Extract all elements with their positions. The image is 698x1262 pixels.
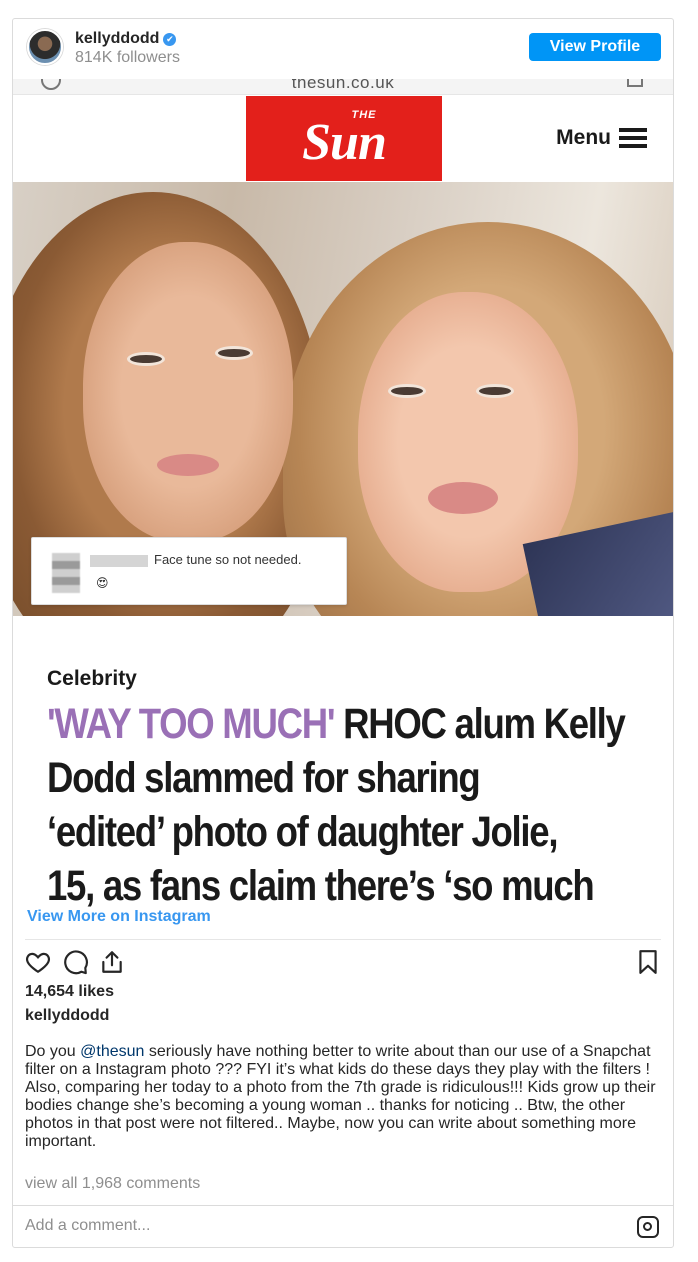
photo-lips <box>157 454 219 476</box>
headline-accent: 'WAY TOO MUCH' <box>47 700 336 748</box>
photo-eye <box>476 384 514 398</box>
headline-line-3: ‘edited’ photo of daughter Jolie, <box>47 808 559 856</box>
photo-lips <box>428 482 498 514</box>
username[interactable]: kellyddodd <box>75 30 159 48</box>
headline-line-1: 'WAY TOO MUCH' RHOC alum Kelly <box>47 697 626 751</box>
share-icon[interactable] <box>99 949 125 975</box>
add-comment-bar: Add a comment... <box>13 1205 673 1247</box>
hamburger-menu-icon <box>619 128 647 148</box>
post-actions <box>25 949 661 977</box>
heart-icon[interactable] <box>25 949 51 975</box>
browser-url: thesun.co.uk <box>291 79 395 92</box>
headline-line-2: Dodd slammed for sharing <box>47 754 481 802</box>
photo-eye <box>127 352 165 366</box>
caption-username[interactable]: kellyddodd <box>25 1007 109 1025</box>
article-photo: Face tune so not needed. 😍 <box>13 182 673 616</box>
verified-badge-icon: ✔ <box>163 32 177 46</box>
headline-line-1-rest: RHOC alum Kelly <box>334 700 626 748</box>
instagram-embed: kellyddodd ✔ 814K followers View Profile… <box>12 18 674 1248</box>
screenshot-comment-card: Face tune so not needed. 😍 <box>31 537 347 605</box>
blurred-avatar <box>52 553 80 593</box>
blurred-username <box>90 555 148 567</box>
post-caption: Do you @thesun seriously have nothing be… <box>25 1043 661 1151</box>
logo-word: Sun <box>302 113 387 171</box>
photo-face-left <box>83 242 293 542</box>
add-comment-input[interactable]: Add a comment... <box>25 1217 150 1235</box>
post-header: kellyddodd ✔ 814K followers View Profile <box>13 19 673 79</box>
caption-text-before: Do you <box>25 1043 81 1060</box>
share-box-icon <box>627 79 643 87</box>
divider <box>25 939 661 940</box>
view-profile-button[interactable]: View Profile <box>529 33 661 61</box>
instagram-icon[interactable] <box>637 1216 659 1238</box>
post-media[interactable]: thesun.co.uk THE Sun Menu Face tune so n… <box>13 79 673 939</box>
browser-address-bar: thesun.co.uk <box>13 79 673 95</box>
avatar[interactable] <box>27 29 63 65</box>
comment-card-text: Face tune so not needed. <box>154 552 302 567</box>
site-menu: Menu <box>556 126 647 150</box>
username-row: kellyddodd ✔ <box>75 30 177 48</box>
view-more-on-instagram-link[interactable]: View More on Instagram <box>27 908 211 926</box>
article-section-label: Celebrity <box>47 667 137 690</box>
article-headline: 'WAY TOO MUCH' RHOC alum Kelly Dodd slam… <box>47 697 626 913</box>
caption-mention-link[interactable]: @thesun <box>80 1043 144 1060</box>
menu-label: Menu <box>556 126 611 149</box>
bookmark-icon[interactable] <box>635 949 661 975</box>
headline-line-4: 15, as fans claim there’s ‘so much <box>47 862 595 910</box>
follower-count: 814K followers <box>75 49 180 66</box>
comment-bubble-icon[interactable] <box>63 949 89 975</box>
the-sun-logo: THE Sun <box>246 96 442 181</box>
view-all-comments-link[interactable]: view all 1,968 comments <box>25 1175 200 1193</box>
photo-eye <box>388 384 426 398</box>
photo-eye <box>215 346 253 360</box>
like-count[interactable]: 14,654 likes <box>25 983 114 1001</box>
heart-eyes-emoji-icon: 😍 <box>96 576 109 590</box>
